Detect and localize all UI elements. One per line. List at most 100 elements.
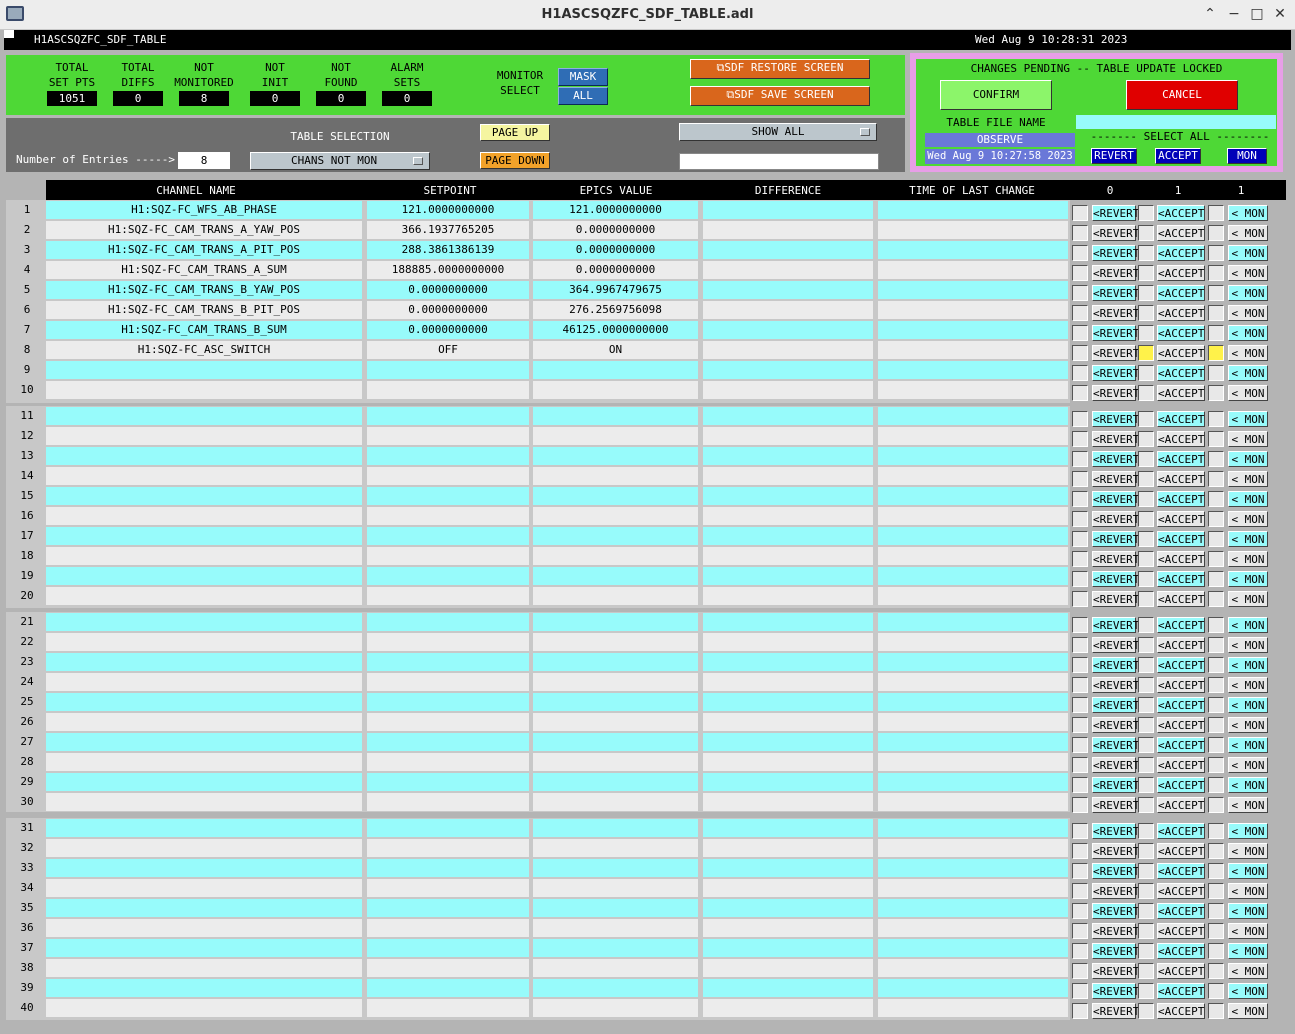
accept-button[interactable]: <ACCEPT <box>1157 717 1205 733</box>
revert-button[interactable]: <REVERT <box>1092 777 1139 793</box>
accept-checkbox[interactable] <box>1138 245 1154 261</box>
mon-button[interactable]: < MON <box>1228 983 1268 999</box>
mon-button[interactable]: < MON <box>1228 285 1268 301</box>
revert-button[interactable]: <REVERT <box>1092 345 1139 361</box>
mon-button[interactable]: < MON <box>1228 903 1268 919</box>
mon-checkbox[interactable] <box>1208 677 1224 693</box>
minimize-icon[interactable]: − <box>1226 6 1242 22</box>
accept-checkbox[interactable] <box>1138 697 1154 713</box>
accept-checkbox[interactable] <box>1138 511 1154 527</box>
revert-checkbox[interactable] <box>1072 1003 1088 1019</box>
accept-checkbox[interactable] <box>1138 491 1154 507</box>
revert-button[interactable]: <REVERT <box>1092 963 1139 979</box>
accept-button[interactable]: <ACCEPT <box>1157 591 1205 607</box>
mon-checkbox[interactable] <box>1208 757 1224 773</box>
mon-button[interactable]: < MON <box>1228 657 1268 673</box>
revert-checkbox[interactable] <box>1072 571 1088 587</box>
accept-button[interactable]: <ACCEPT <box>1157 843 1205 859</box>
accept-button[interactable]: <ACCEPT <box>1157 677 1205 693</box>
mon-button[interactable]: < MON <box>1228 385 1268 401</box>
accept-button[interactable]: <ACCEPT <box>1157 903 1205 919</box>
mon-button[interactable]: < MON <box>1228 265 1268 281</box>
mon-checkbox[interactable] <box>1208 225 1224 241</box>
revert-checkbox[interactable] <box>1072 511 1088 527</box>
mon-checkbox[interactable] <box>1208 823 1224 839</box>
mon-button[interactable]: < MON <box>1228 431 1268 447</box>
revert-button[interactable]: <REVERT <box>1092 717 1139 733</box>
mon-checkbox[interactable] <box>1208 617 1224 633</box>
revert-checkbox[interactable] <box>1072 697 1088 713</box>
accept-button[interactable]: <ACCEPT <box>1157 411 1205 427</box>
select-all-mon-button[interactable]: MON <box>1227 148 1267 164</box>
accept-checkbox[interactable] <box>1138 571 1154 587</box>
accept-checkbox[interactable] <box>1138 883 1154 899</box>
revert-button[interactable]: <REVERT <box>1092 677 1139 693</box>
mon-checkbox[interactable] <box>1208 943 1224 959</box>
revert-checkbox[interactable] <box>1072 717 1088 733</box>
mon-button[interactable]: < MON <box>1228 697 1268 713</box>
revert-checkbox[interactable] <box>1072 637 1088 653</box>
mon-button[interactable]: < MON <box>1228 797 1268 813</box>
mon-button[interactable]: < MON <box>1228 943 1268 959</box>
close-icon[interactable]: ✕ <box>1272 6 1288 22</box>
revert-checkbox[interactable] <box>1072 903 1088 919</box>
accept-checkbox[interactable] <box>1138 1003 1154 1019</box>
accept-button[interactable]: <ACCEPT <box>1157 757 1205 773</box>
page-down-button[interactable]: PAGE DOWN <box>480 152 550 169</box>
select-all-revert-button[interactable]: REVERT <box>1091 148 1137 164</box>
mon-checkbox[interactable] <box>1208 385 1224 401</box>
chevron-up-icon[interactable]: ⌃ <box>1202 6 1218 22</box>
revert-checkbox[interactable] <box>1072 471 1088 487</box>
mon-button[interactable]: < MON <box>1228 757 1268 773</box>
revert-button[interactable]: <REVERT <box>1092 511 1139 527</box>
revert-checkbox[interactable] <box>1072 385 1088 401</box>
page-up-button[interactable]: PAGE UP <box>480 124 550 141</box>
mon-checkbox[interactable] <box>1208 245 1224 261</box>
mon-checkbox[interactable] <box>1208 265 1224 281</box>
revert-checkbox[interactable] <box>1072 983 1088 999</box>
accept-checkbox[interactable] <box>1138 903 1154 919</box>
revert-button[interactable]: <REVERT <box>1092 823 1139 839</box>
select-all-accept-button[interactable]: ACCEPT <box>1155 148 1201 164</box>
revert-checkbox[interactable] <box>1072 431 1088 447</box>
accept-button[interactable]: <ACCEPT <box>1157 697 1205 713</box>
revert-button[interactable]: <REVERT <box>1092 1003 1139 1019</box>
mon-button[interactable]: < MON <box>1228 471 1268 487</box>
mon-button[interactable]: < MON <box>1228 777 1268 793</box>
accept-checkbox[interactable] <box>1138 385 1154 401</box>
accept-checkbox[interactable] <box>1138 637 1154 653</box>
mon-checkbox[interactable] <box>1208 657 1224 673</box>
accept-button[interactable]: <ACCEPT <box>1157 471 1205 487</box>
accept-checkbox[interactable] <box>1138 943 1154 959</box>
mon-checkbox[interactable] <box>1208 431 1224 447</box>
accept-button[interactable]: <ACCEPT <box>1157 451 1205 467</box>
accept-checkbox[interactable] <box>1138 963 1154 979</box>
accept-button[interactable]: <ACCEPT <box>1157 883 1205 899</box>
mon-button[interactable]: < MON <box>1228 617 1268 633</box>
mon-checkbox[interactable] <box>1208 205 1224 221</box>
mon-button[interactable]: < MON <box>1228 737 1268 753</box>
revert-button[interactable]: <REVERT <box>1092 265 1139 281</box>
revert-checkbox[interactable] <box>1072 305 1088 321</box>
accept-checkbox[interactable] <box>1138 431 1154 447</box>
accept-button[interactable]: <ACCEPT <box>1157 431 1205 447</box>
mon-button[interactable]: < MON <box>1228 677 1268 693</box>
accept-button[interactable]: <ACCEPT <box>1157 657 1205 673</box>
accept-button[interactable]: <ACCEPT <box>1157 491 1205 507</box>
revert-button[interactable]: <REVERT <box>1092 737 1139 753</box>
mon-checkbox[interactable] <box>1208 511 1224 527</box>
accept-button[interactable]: <ACCEPT <box>1157 305 1205 321</box>
table-selection-dropdown[interactable]: CHANS NOT MON <box>250 152 430 170</box>
revert-checkbox[interactable] <box>1072 491 1088 507</box>
accept-button[interactable]: <ACCEPT <box>1157 983 1205 999</box>
revert-button[interactable]: <REVERT <box>1092 923 1139 939</box>
revert-checkbox[interactable] <box>1072 943 1088 959</box>
revert-button[interactable]: <REVERT <box>1092 551 1139 567</box>
accept-button[interactable]: <ACCEPT <box>1157 863 1205 879</box>
accept-checkbox[interactable] <box>1138 265 1154 281</box>
mon-button[interactable]: < MON <box>1228 411 1268 427</box>
mon-checkbox[interactable] <box>1208 591 1224 607</box>
accept-checkbox[interactable] <box>1138 365 1154 381</box>
accept-checkbox[interactable] <box>1138 531 1154 547</box>
mon-button[interactable]: < MON <box>1228 365 1268 381</box>
